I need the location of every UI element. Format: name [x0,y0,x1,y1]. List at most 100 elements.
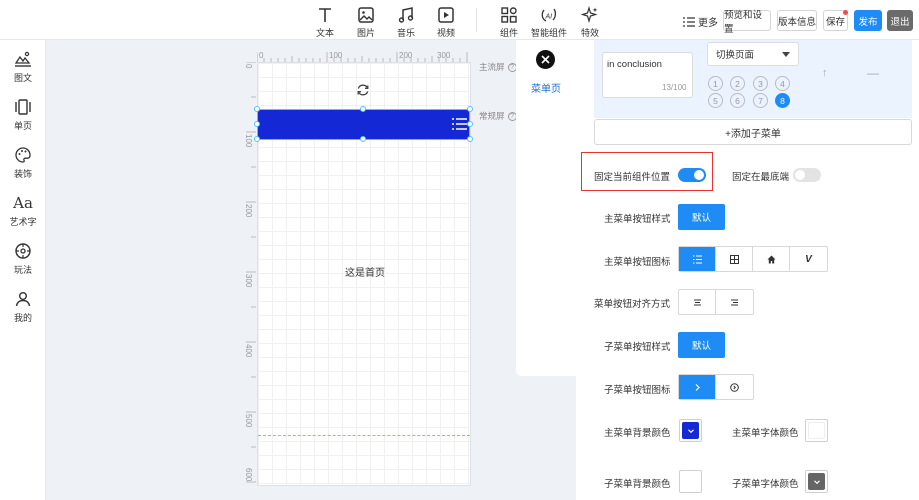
resize-handle[interactable] [467,106,473,112]
tool-components[interactable]: 组件 [489,6,529,39]
main-font-color-picker[interactable] [805,419,828,442]
refresh-icon[interactable] [356,83,370,97]
page-number-8[interactable]: 8 [775,93,790,108]
main-btn-style-label: 主菜单按钮样式 [604,214,671,225]
fix-position-toggle[interactable] [678,168,706,182]
align-option-right[interactable] [716,290,753,314]
sidebar-item-single-page[interactable]: 单页 [0,98,46,132]
main-btn-style-default-button[interactable]: 默认 [678,204,725,230]
resize-handle[interactable] [360,136,366,142]
page-number-4[interactable]: 4 [775,76,790,91]
version-info-button[interactable]: 版本信息 [777,10,817,31]
tab-menu-page[interactable]: 菜单页 [522,80,570,95]
tool-music-label: 音乐 [396,28,415,38]
sidebar-item-label: 图文 [13,73,32,83]
tool-effects[interactable]: 特效 [570,6,610,39]
icon-option-grid[interactable] [716,247,753,271]
image-icon [358,7,374,23]
tool-image[interactable]: 图片 [346,6,386,39]
sub-btn-style-label: 子菜单按钮样式 [604,342,671,353]
submenu-text-value: in conclusion [607,59,662,70]
publish-button[interactable]: 发布 [854,10,882,31]
main-btn-icon-label: 主菜单按钮图标 [604,257,671,268]
menu-list-icon[interactable] [452,117,467,131]
sub-icon-option-circle[interactable] [716,375,753,399]
toggle-knob [795,170,805,180]
page-number-2[interactable]: 2 [730,76,745,91]
icon-option-v[interactable]: V [790,247,827,271]
art-text-icon: Aa [13,194,33,212]
main-screen-label: 主流屏 ? [479,61,517,73]
more-button[interactable]: 更多 [683,14,718,29]
remove-submenu-icon[interactable]: — [867,66,879,80]
resize-handle[interactable] [254,106,260,112]
main-screen-text: 主流屏 [479,62,505,72]
chevron-down-icon [813,479,820,484]
resize-handle[interactable] [467,121,473,127]
sub-btn-style-default-button[interactable]: 默认 [678,332,725,358]
tool-video[interactable]: 视频 [426,6,466,39]
preview-settings-button[interactable]: 预览和设置 [723,10,771,35]
home-icon [767,255,775,263]
ruler-left-number: 400 [244,344,253,358]
switch-page-dropdown[interactable]: 切换页面 [707,42,799,66]
main-bg-color-picker[interactable] [679,419,702,442]
page-number-7[interactable]: 7 [753,93,768,108]
normal-screen-label: 常规屏 ? [479,110,517,122]
icon-option-list[interactable] [679,247,716,271]
ai-icon: AI [541,8,557,22]
tool-components-label: 组件 [499,28,518,38]
resize-handle[interactable] [360,106,366,112]
icon-option-home[interactable] [753,247,790,271]
align-selector [678,289,754,315]
sparkle-icon [581,6,598,24]
page-number-5[interactable]: 5 [708,93,723,108]
switch-page-label: 切换页面 [716,50,755,61]
fix-bottom-label: 固定在最底端 [732,172,790,183]
tool-image-label: 图片 [356,28,375,38]
left-sidebar: 图文 单页 装饰 Aa 艺术字 玩法 我的 [0,40,46,500]
tool-effects-label: 特效 [580,28,599,38]
align-option-center[interactable] [679,290,716,314]
submenu-char-count: 13/100 [662,83,687,92]
home-page-text: 这是首页 [345,268,385,279]
main-font-color-label: 主菜单字体颜色 [732,428,799,439]
sub-font-color-picker[interactable] [805,470,828,493]
sub-bg-color-picker[interactable] [679,470,702,493]
sub-icon-option-chevron[interactable] [679,375,716,399]
tool-text[interactable]: 文本 [305,6,345,39]
move-up-icon[interactable]: ↑ [822,67,828,79]
svg-text:AI: AI [545,14,553,21]
chevron-right-icon [695,383,700,391]
tool-ai[interactable]: AI 智能组件 [529,6,569,39]
list-icon [692,254,702,264]
page-number-3[interactable]: 3 [753,76,768,91]
resize-handle[interactable] [467,136,473,142]
add-submenu-button[interactable]: +添加子菜单 [594,119,912,145]
sub-bg-color-label: 子菜单背景颜色 [604,479,671,490]
page-number-6[interactable]: 6 [730,93,745,108]
v-icon: V [805,253,812,265]
sidebar-item-decoration[interactable]: 装饰 [0,146,46,180]
exit-button[interactable]: 退出 [887,10,913,31]
ruler-left-number: 600 [244,468,253,482]
tool-music[interactable]: 音乐 [386,6,426,39]
chevron-down-icon [687,428,694,433]
music-icon [398,7,414,23]
sidebar-item-play[interactable]: 玩法 [0,242,46,276]
resize-handle[interactable] [254,136,260,142]
close-panel-button[interactable] [536,50,555,69]
main-bg-color-swatch [682,422,699,439]
sidebar-item-label: 玩法 [13,265,32,275]
tool-text-label: 文本 [315,28,334,38]
resize-handle[interactable] [254,121,260,127]
page-number-1[interactable]: 1 [708,76,723,91]
sidebar-item-art-text[interactable]: Aa 艺术字 [0,194,46,228]
sidebar-item-image-text[interactable]: 图文 [0,50,46,84]
screen-fold-line [258,435,470,436]
sidebar-item-mine[interactable]: 我的 [0,290,46,324]
ruler-left-number: 200 [244,204,253,218]
toolbar-divider [476,8,477,32]
circle-arrow-icon [730,382,739,392]
fix-bottom-toggle[interactable] [793,168,821,182]
